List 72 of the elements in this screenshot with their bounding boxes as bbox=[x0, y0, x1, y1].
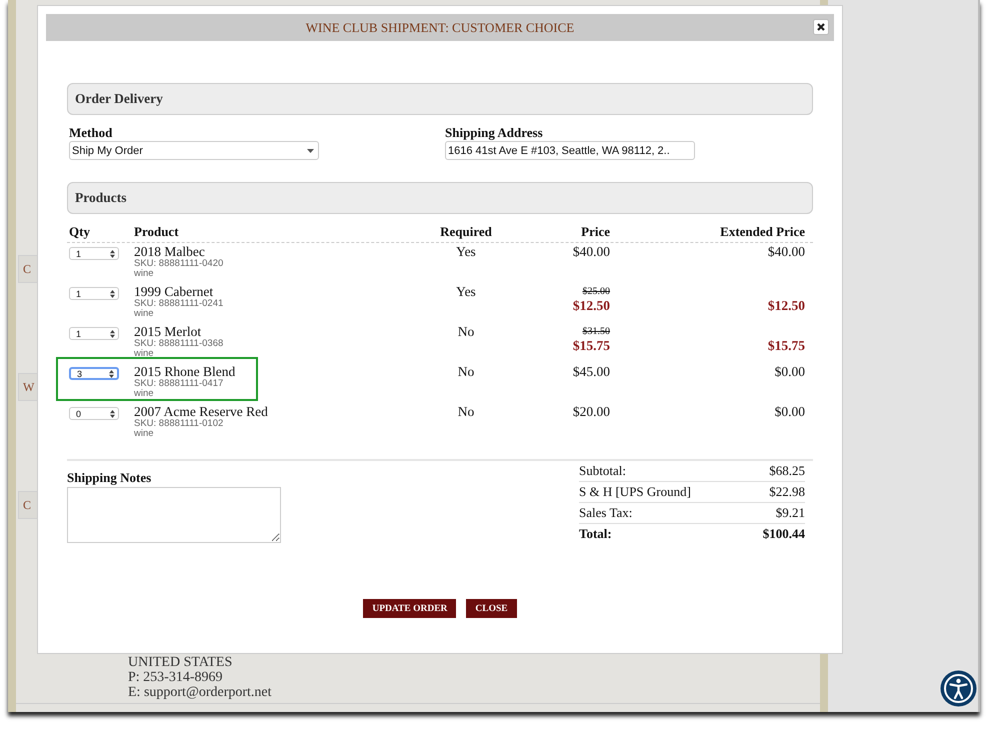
column-header: Qty bbox=[69, 224, 91, 240]
required-value: No bbox=[458, 324, 474, 339]
stepper-icon bbox=[110, 330, 115, 338]
field-label: Shipping Notes bbox=[67, 470, 152, 486]
product-type: wine bbox=[134, 349, 155, 359]
section-header: Products bbox=[67, 182, 813, 214]
product-type: wine bbox=[134, 429, 155, 439]
extended-price: $0.00 bbox=[774, 364, 805, 380]
dialog-title: WINE CLUB SHIPMENT: CUSTOMER CHOICE bbox=[306, 20, 574, 36]
stepper-icon bbox=[110, 290, 115, 298]
address-line: E: support@orderport.net bbox=[128, 685, 273, 700]
required-value: No bbox=[458, 364, 474, 379]
accessibility-icon[interactable] bbox=[940, 670, 977, 707]
close-icon[interactable] bbox=[813, 19, 829, 35]
product-name: 2018 Malbec bbox=[134, 244, 206, 259]
column-header: Extended Price bbox=[719, 224, 806, 240]
required-value: No bbox=[458, 404, 474, 419]
stepper-icon bbox=[110, 410, 115, 418]
product-sku: SKU: 88881111-0102 bbox=[134, 419, 224, 429]
total-value: $68.25 bbox=[769, 463, 805, 479]
notes-field[interactable] bbox=[67, 487, 281, 543]
total-label: Subtotal: bbox=[579, 463, 626, 479]
address-select[interactable]: 1616 41st Ave E #103, Seattle, WA 98112, 2.. bbox=[445, 141, 695, 160]
price: $45.00 bbox=[572, 364, 610, 380]
product-sku: SKU: 88881111-0417 bbox=[134, 379, 224, 389]
update-order-button[interactable]: UPDATE ORDER bbox=[363, 599, 456, 618]
price: $40.00 bbox=[572, 244, 610, 260]
quantity-select[interactable]: 3 bbox=[69, 367, 119, 380]
stepper-icon bbox=[109, 370, 114, 378]
field-label: Shipping Address bbox=[445, 125, 544, 141]
column-header: Required bbox=[439, 224, 493, 240]
original-price: $31.50 bbox=[582, 326, 610, 338]
field-label: Method bbox=[69, 125, 114, 141]
sale-price: $12.50 bbox=[572, 298, 610, 314]
column-header: Price bbox=[580, 224, 610, 240]
required-value: Yes bbox=[456, 244, 476, 259]
total-label: Sales Tax: bbox=[579, 505, 632, 521]
extended-price: $15.75 bbox=[766, 338, 805, 354]
column-header: Product bbox=[134, 224, 180, 240]
total-value: $100.44 bbox=[762, 526, 805, 542]
product-name: 2007 Acme Reserve Red bbox=[134, 404, 269, 419]
quantity-select[interactable]: 1 bbox=[69, 247, 119, 260]
product-sku: SKU: 88881111-0241 bbox=[134, 299, 224, 309]
close-button[interactable]: CLOSE bbox=[466, 599, 517, 618]
section-header: Order Delivery bbox=[67, 83, 813, 115]
price: $20.00 bbox=[572, 404, 610, 420]
method-select[interactable]: Ship My Order bbox=[69, 141, 319, 160]
quantity-select[interactable]: 0 bbox=[69, 407, 119, 420]
required-value: Yes bbox=[456, 284, 476, 299]
extended-price: $40.00 bbox=[766, 244, 805, 260]
address-line: P: 253-314-8969 bbox=[128, 670, 224, 685]
total-value: $22.98 bbox=[769, 484, 805, 500]
caret-icon bbox=[307, 148, 314, 152]
stepper-icon bbox=[110, 250, 115, 258]
extended-price: $0.00 bbox=[774, 404, 805, 420]
product-sku: SKU: 88881111-0368 bbox=[134, 339, 224, 349]
extended-price: $12.50 bbox=[766, 298, 805, 314]
product-name: 2015 Merlot bbox=[134, 324, 202, 339]
product-name: 2015 Rhone Blend bbox=[134, 364, 236, 379]
address-line: UNITED STATES bbox=[128, 655, 234, 670]
original-price: $25.00 bbox=[582, 286, 610, 298]
total-label: Total: bbox=[579, 526, 612, 542]
product-name: 1999 Cabernet bbox=[134, 284, 214, 299]
product-type: wine bbox=[134, 269, 155, 279]
product-sku: SKU: 88881111-0420 bbox=[134, 259, 224, 269]
product-type: wine bbox=[134, 389, 155, 399]
total-value: $9.21 bbox=[776, 505, 805, 521]
quantity-select[interactable]: 1 bbox=[69, 327, 119, 340]
quantity-select[interactable]: 1 bbox=[69, 287, 119, 300]
product-type: wine bbox=[134, 309, 155, 319]
sale-price: $15.75 bbox=[572, 338, 610, 354]
total-label: S & H [UPS Ground] bbox=[579, 484, 691, 500]
